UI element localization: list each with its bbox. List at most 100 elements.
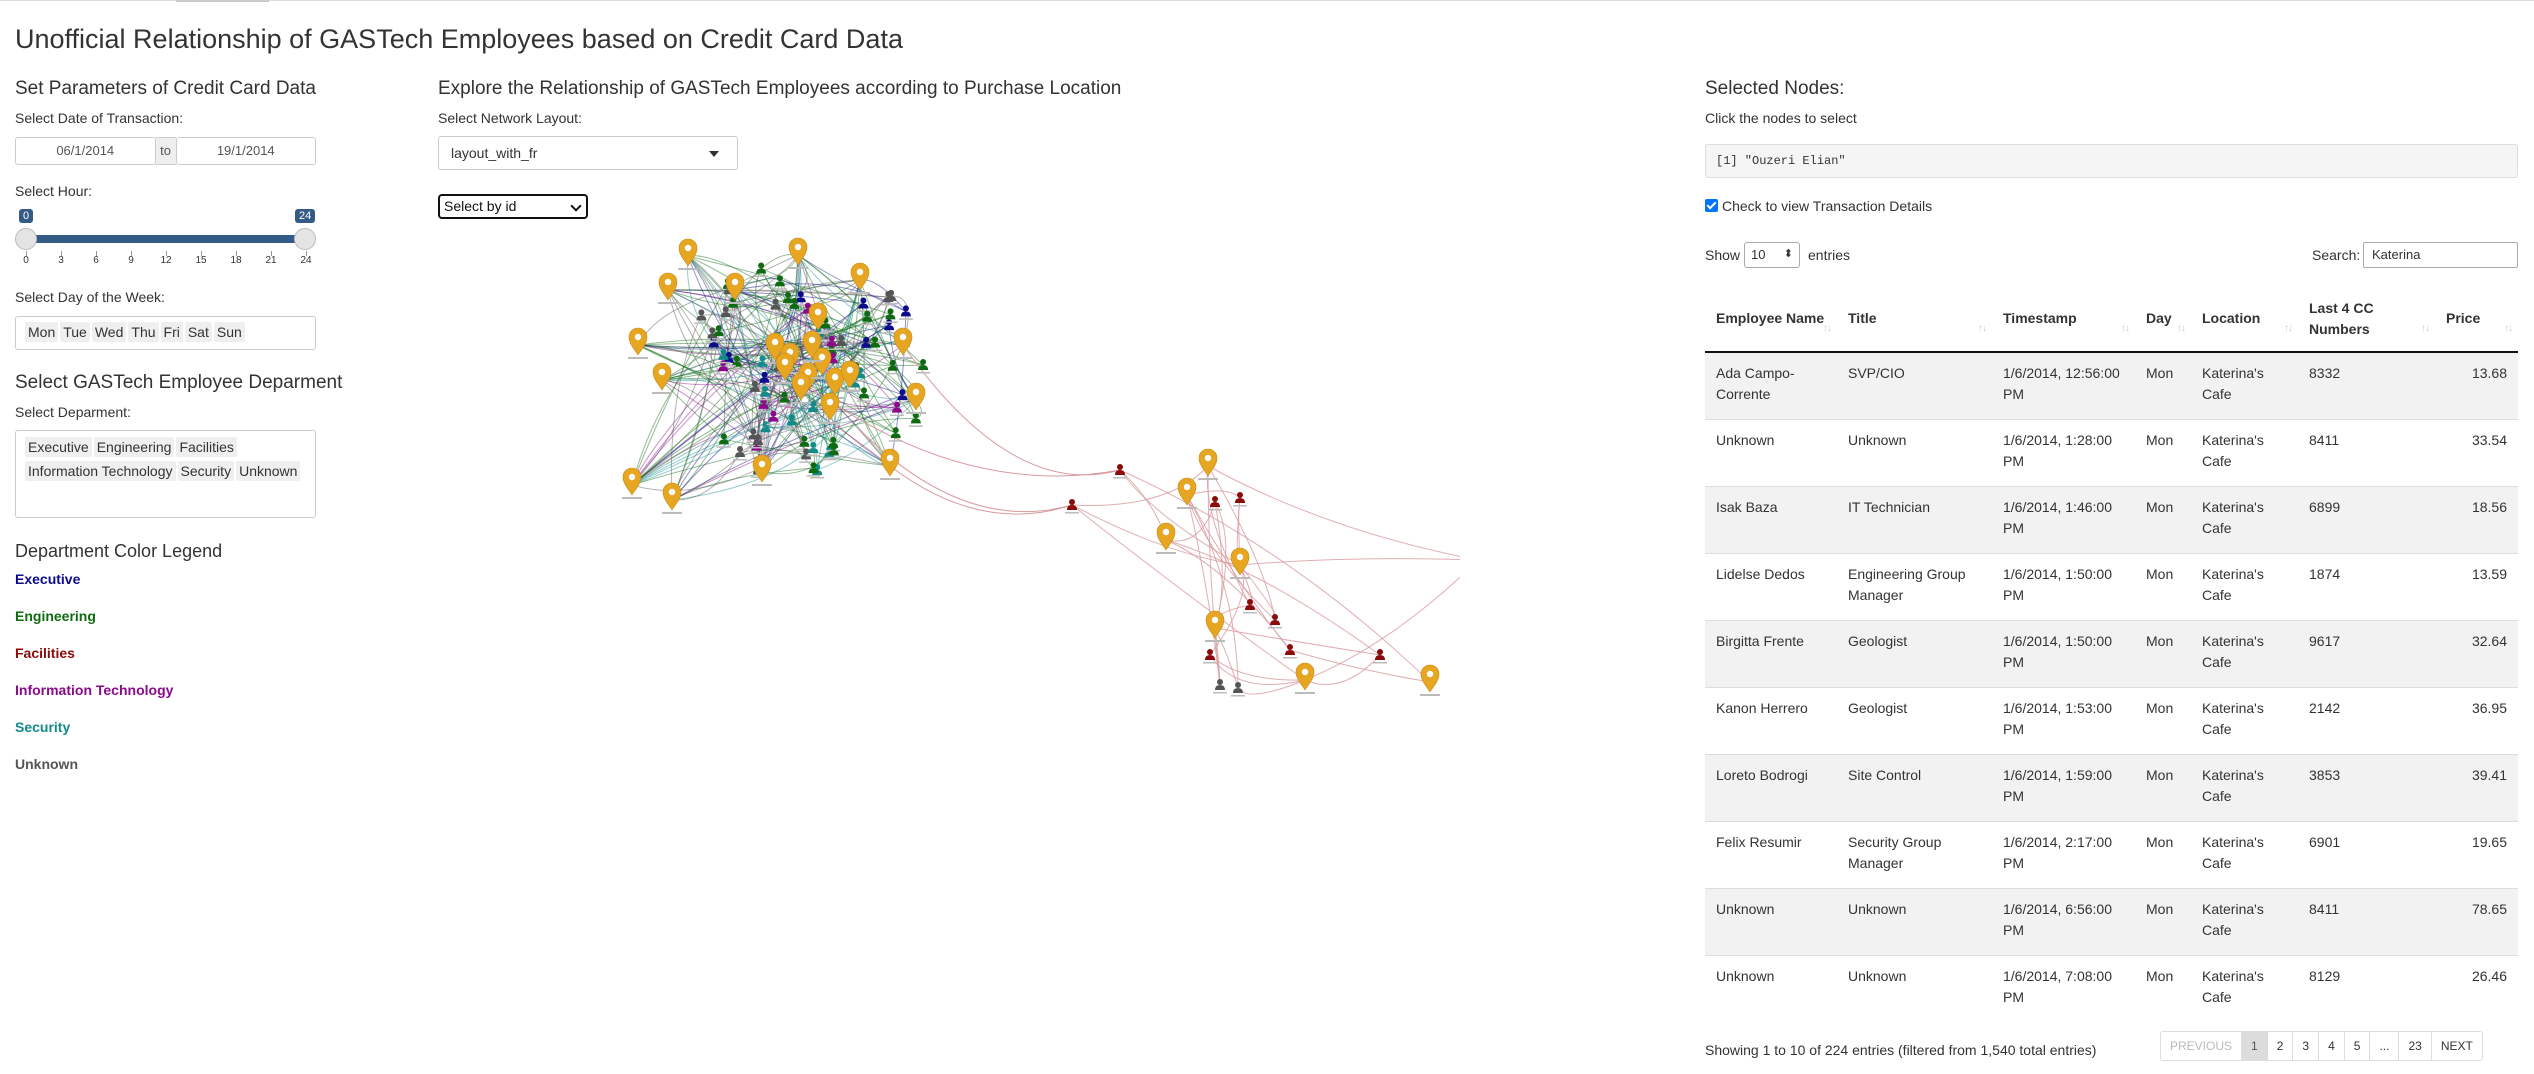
- page-button[interactable]: 1: [2241, 1032, 2267, 1060]
- search-label: Search:: [2312, 247, 2361, 263]
- table-row[interactable]: Ada Campo-Corrente SVP/CIO 1/6/2014, 12:56…: [1705, 351, 2518, 419]
- table-row[interactable]: Isak Baza IT Technician 1/6/2014, 1:46:00 …: [1705, 485, 2518, 553]
- location-pin-icon[interactable]: [820, 392, 840, 424]
- column-header[interactable]: Location ↑↓: [2191, 286, 2298, 353]
- table-row[interactable]: Felix Resumir Security Group Manager 1/6/2…: [1705, 820, 2518, 888]
- page-button[interactable]: 5: [2343, 1032, 2370, 1060]
- location-pin-icon[interactable]: [1420, 664, 1440, 696]
- table-row[interactable]: Unknown Unknown 1/6/2014, 7:08:00 PM Mon Kat…: [1705, 954, 2518, 1022]
- employee-node-icon[interactable]: [1213, 679, 1227, 694]
- employee-node-icon[interactable]: [1231, 682, 1245, 697]
- table-cell: 1/6/2014, 12:56:00 PM: [1992, 351, 2135, 419]
- table-row[interactable]: Birgitta Frente Geologist 1/6/2014, 1:50:0…: [1705, 619, 2518, 687]
- department-chip[interactable]: Facilities: [176, 437, 237, 457]
- page-button[interactable]: 3: [2292, 1032, 2318, 1060]
- employee-node-icon[interactable]: [888, 427, 903, 442]
- table-cell: Katerina's Cafe: [2191, 418, 2298, 486]
- department-chip[interactable]: Information Technology: [25, 461, 176, 481]
- table-cell: Isak Baza: [1705, 485, 1837, 553]
- network-edge: [1071, 504, 1306, 681]
- column-header[interactable]: Price ↑↓: [2435, 286, 2518, 353]
- legend-item: Engineering: [15, 608, 96, 624]
- column-header[interactable]: Employee Name ↑↓: [1705, 286, 1837, 353]
- table-cell: 32.64: [2435, 619, 2518, 687]
- location-pin-icon[interactable]: [880, 448, 900, 480]
- layout-select[interactable]: layout_with_fr: [438, 136, 738, 170]
- department-chip[interactable]: Unknown: [236, 461, 301, 481]
- department-chip[interactable]: Executive: [25, 437, 92, 457]
- network-graph[interactable]: [560, 230, 1460, 1010]
- location-pin-icon[interactable]: [906, 382, 926, 414]
- table-cell: Geologist: [1837, 686, 1992, 754]
- dow-label: Select Day of the Week:: [15, 289, 165, 305]
- legend-heading: Department Color Legend: [15, 541, 223, 561]
- node-id-select[interactable]: Select by id: [438, 194, 588, 219]
- table-cell: Katerina's Cafe: [2191, 820, 2298, 888]
- legend-item: Security: [15, 719, 71, 735]
- day-chip[interactable]: Tue: [60, 322, 90, 342]
- column-header[interactable]: Title ↑↓: [1837, 286, 1992, 353]
- table-cell: 1/6/2014, 1:46:00 PM: [1992, 485, 2135, 553]
- department-chip[interactable]: Security: [177, 461, 235, 481]
- hour-range-slider[interactable]: 0 24 0 3 6 9 12 15 18 21 24: [15, 205, 316, 266]
- table-cell: 6901: [2298, 820, 2435, 888]
- table-cell: Kanon Herrero: [1705, 686, 1837, 754]
- slider-tick-label: 21: [265, 255, 277, 266]
- column-header[interactable]: Last 4 CC Numbers ↑↓: [2298, 286, 2435, 353]
- location-pin-icon[interactable]: [622, 467, 642, 499]
- day-chip[interactable]: Fri: [160, 322, 183, 342]
- department-chip[interactable]: Engineering: [93, 437, 175, 457]
- column-header[interactable]: Day ↑↓: [2135, 286, 2191, 353]
- location-pin-icon[interactable]: [1156, 522, 1176, 554]
- location-pin-icon[interactable]: [652, 362, 672, 394]
- column-header[interactable]: Timestamp ↑↓: [1992, 286, 2135, 353]
- table-cell: Site Control: [1837, 753, 1992, 821]
- page-button[interactable]: 2: [2266, 1032, 2293, 1060]
- location-pin-icon[interactable]: [1198, 448, 1218, 480]
- location-pin-icon[interactable]: [752, 454, 772, 486]
- table-cell: 78.65: [2435, 887, 2518, 955]
- table-cell: Mon: [2135, 820, 2191, 888]
- column-header-label: Location: [2202, 310, 2261, 326]
- department-select[interactable]: Executive Engineering FacilitiesInformatio…: [15, 430, 316, 518]
- page-button[interactable]: 23: [2398, 1032, 2430, 1060]
- slider-min-handle[interactable]: [15, 228, 37, 250]
- table-row[interactable]: Loreto Bodrogi Site Control 1/6/2014, 1:59…: [1705, 753, 2518, 821]
- table-row[interactable]: Kanon Herrero Geologist 1/6/2014, 1:53:00 …: [1705, 686, 2518, 754]
- employee-node-icon[interactable]: [1268, 614, 1282, 629]
- table-cell: 18.56: [2435, 485, 2518, 553]
- page-button[interactable]: 4: [2318, 1032, 2344, 1060]
- location-pin-icon[interactable]: [628, 327, 648, 359]
- day-of-week-select[interactable]: Mon Tue Wed Thu Fri Sat Sun: [15, 316, 316, 350]
- employee-node-icon[interactable]: [733, 446, 747, 461]
- location-pin-icon[interactable]: [1177, 477, 1197, 509]
- day-chip[interactable]: Mon: [25, 322, 59, 342]
- table-row[interactable]: Unknown Unknown 1/6/2014, 1:28:00 PM Mon Kat…: [1705, 418, 2518, 486]
- search-input[interactable]: Katerina: [2363, 242, 2518, 268]
- sort-icon: ↑↓: [2177, 323, 2186, 334]
- page-button: ...: [2369, 1032, 2398, 1060]
- hour-label: Select Hour:: [15, 183, 93, 199]
- table-cell: Mon: [2135, 619, 2191, 687]
- day-chip[interactable]: Sat: [184, 322, 212, 342]
- day-chip[interactable]: Wed: [91, 322, 127, 342]
- layout-label: Select Network Layout:: [438, 110, 582, 126]
- table-cell: 33.54: [2435, 418, 2518, 486]
- location-pin-icon[interactable]: [1295, 662, 1315, 694]
- slider-max-handle[interactable]: [294, 228, 316, 250]
- date-start-input[interactable]: 06/1/2014: [15, 137, 156, 165]
- location-pin-icon[interactable]: [662, 482, 682, 514]
- table-row[interactable]: Lidelse Dedos Engineering Group Manager 1/…: [1705, 552, 2518, 620]
- table-cell: 36.95: [2435, 686, 2518, 754]
- day-chip[interactable]: Sun: [213, 322, 245, 342]
- date-end-input[interactable]: 19/1/2014: [175, 137, 316, 165]
- entries-select[interactable]: 10 ⬍: [1744, 242, 1800, 268]
- day-chip[interactable]: Thu: [128, 322, 159, 342]
- transaction-details-checkbox[interactable]: [1705, 199, 1718, 212]
- page-button[interactable]: NEXT: [2430, 1032, 2482, 1060]
- table-cell: Katerina's Cafe: [2191, 485, 2298, 553]
- table-row[interactable]: Unknown Unknown 1/6/2014, 6:56:00 PM Mon Kat…: [1705, 887, 2518, 955]
- table-cell: Mon: [2135, 753, 2191, 821]
- slider-track[interactable]: [25, 235, 305, 243]
- show-label: Show: [1705, 247, 1741, 263]
